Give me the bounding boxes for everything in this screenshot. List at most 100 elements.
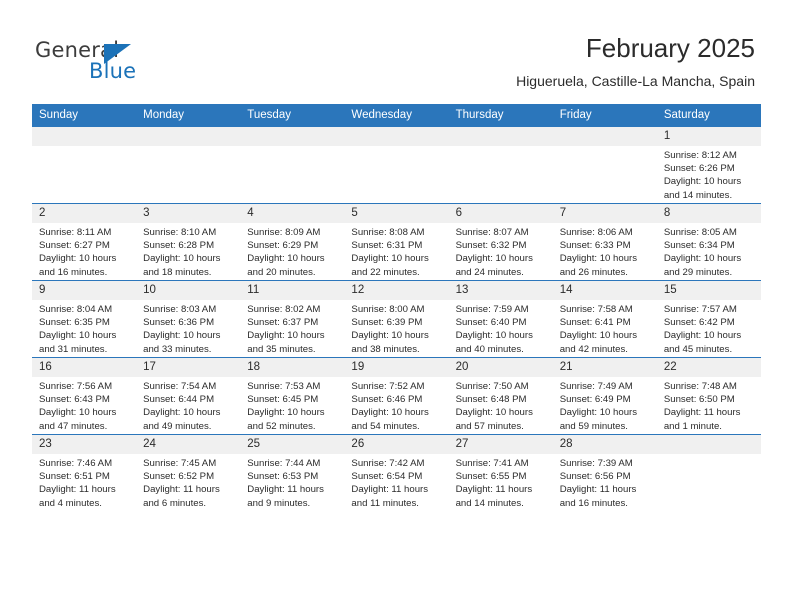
calendar-day-cell[interactable]: 12 Sunrise: 8:00 AM Sunset: 6:39 PM Dayligh… [344,280,449,358]
day-details: Sunrise: 8:03 AM Sunset: 6:36 PM Daylight:… [136,300,240,356]
calendar-day-cell[interactable]: 18 Sunrise: 7:53 AM Sunset: 6:45 PM Dayligh… [240,357,345,435]
calendar-body: 1 Sunrise: 8:12 AM Sunset: 6:26 PM Daylight… [32,126,761,511]
calendar-day-cell[interactable]: 24 Sunrise: 7:45 AM Sunset: 6:52 PM Dayligh… [136,434,241,511]
calendar-day-cell[interactable]: 15 Sunrise: 7:57 AM Sunset: 6:42 PM Dayligh… [656,280,761,358]
calendar-day-cell[interactable]: 26 Sunrise: 7:42 AM Sunset: 6:54 PM Dayligh… [344,434,449,511]
sunset-text: Sunset: 6:53 PM [247,471,319,483]
daylight-text: Daylight: 10 hours and 26 minutes. [559,253,638,278]
day-details: Sunrise: 7:46 AM Sunset: 6:51 PM Daylight:… [32,454,136,510]
calendar-day-cell[interactable]: 9 Sunrise: 8:04 AM Sunset: 6:35 PM Daylight… [32,280,137,358]
calendar-day-cell-empty [32,126,137,204]
calendar-day-cell[interactable]: 23 Sunrise: 7:46 AM Sunset: 6:51 PM Dayligh… [32,434,137,511]
calendar-day-cell[interactable]: 3 Sunrise: 8:10 AM Sunset: 6:28 PM Daylight… [136,203,241,281]
daylight-text: Daylight: 10 hours and 59 minutes. [559,407,638,432]
sunset-text: Sunset: 6:31 PM [351,240,423,252]
sunrise-text: Sunrise: 7:41 AM [455,458,529,469]
sunrise-text: Sunrise: 7:46 AM [39,458,113,469]
calendar-day-cell[interactable]: 7 Sunrise: 8:06 AM Sunset: 6:33 PM Daylight… [552,203,657,281]
day-number: 14 [552,281,657,300]
sunrise-text: Sunrise: 7:54 AM [143,381,217,392]
general-blue-logo[interactable]: General Blue [35,38,215,88]
day-details: Sunrise: 7:56 AM Sunset: 6:43 PM Daylight:… [32,377,136,433]
calendar-day-cell[interactable]: 17 Sunrise: 7:54 AM Sunset: 6:44 PM Dayligh… [136,357,241,435]
calendar-day-cell[interactable]: 21 Sunrise: 7:49 AM Sunset: 6:49 PM Dayligh… [552,357,657,435]
calendar-day-cell[interactable]: 2 Sunrise: 8:11 AM Sunset: 6:27 PM Daylight… [32,203,137,281]
day-details: Sunrise: 7:45 AM Sunset: 6:52 PM Daylight:… [136,454,240,510]
calendar-day-cell[interactable]: 1 Sunrise: 8:12 AM Sunset: 6:26 PM Daylight… [656,126,761,204]
calendar-week-row: 2 Sunrise: 8:11 AM Sunset: 6:27 PM Daylight… [32,203,761,281]
day-number: 26 [344,435,449,454]
day-details: Sunrise: 8:08 AM Sunset: 6:31 PM Daylight:… [344,223,448,279]
calendar-day-cell[interactable]: 28 Sunrise: 7:39 AM Sunset: 6:56 PM Dayligh… [552,434,657,511]
day-number: 9 [32,281,137,300]
daylight-text: Daylight: 10 hours and 18 minutes. [143,253,221,278]
day-number: 12 [344,281,449,300]
sunset-text: Sunset: 6:36 PM [143,317,215,329]
day-details: Sunrise: 8:09 AM Sunset: 6:29 PM Daylight:… [240,223,344,279]
calendar-day-cell[interactable]: 25 Sunrise: 7:44 AM Sunset: 6:53 PM Dayligh… [240,434,345,511]
calendar-day-cell[interactable]: 13 Sunrise: 7:59 AM Sunset: 6:40 PM Dayligh… [448,280,553,358]
sunrise-text: Sunrise: 8:09 AM [247,227,321,238]
calendar-day-cell[interactable]: 8 Sunrise: 8:05 AM Sunset: 6:34 PM Daylight… [656,203,761,281]
sunrise-text: Sunrise: 8:12 AM [663,150,737,161]
calendar-day-cell-empty [136,126,241,204]
calendar-day-cell[interactable]: 10 Sunrise: 8:03 AM Sunset: 6:36 PM Dayligh… [136,280,241,358]
day-details: Sunrise: 8:10 AM Sunset: 6:28 PM Daylight:… [136,223,240,279]
daylight-text: Daylight: 10 hours and 35 minutes. [247,330,325,355]
calendar-day-cell-empty [448,126,553,204]
weekday-header-friday: Friday [552,104,657,127]
calendar-day-cell[interactable]: 11 Sunrise: 8:02 AM Sunset: 6:37 PM Dayligh… [240,280,345,358]
day-details: Sunrise: 7:54 AM Sunset: 6:44 PM Daylight:… [136,377,240,433]
sunrise-text: Sunrise: 8:00 AM [351,304,425,315]
day-number [344,127,449,146]
day-number [448,127,553,146]
sunset-text: Sunset: 6:54 PM [351,471,423,483]
daylight-text: Daylight: 11 hours and 11 minutes. [351,484,429,509]
day-details: Sunrise: 7:50 AM Sunset: 6:48 PM Daylight:… [449,377,553,433]
day-details: Sunrise: 7:39 AM Sunset: 6:56 PM Daylight:… [553,454,657,510]
page-title: February 2025 [585,33,755,63]
sunset-text: Sunset: 6:45 PM [247,394,319,406]
day-number [32,127,137,146]
calendar-day-cell[interactable]: 22 Sunrise: 7:48 AM Sunset: 6:50 PM Dayligh… [656,357,761,435]
calendar-week-row: 16 Sunrise: 7:56 AM Sunset: 6:43 PM Dayligh… [32,357,761,435]
sunrise-text: Sunrise: 8:10 AM [143,227,217,238]
daylight-text: Daylight: 10 hours and 40 minutes. [455,330,533,355]
day-number: 28 [552,435,657,454]
daylight-text: Daylight: 10 hours and 24 minutes. [455,253,533,278]
daylight-text: Daylight: 10 hours and 14 minutes. [663,176,742,201]
day-details: Sunrise: 7:57 AM Sunset: 6:42 PM Daylight:… [657,300,761,356]
daylight-text: Daylight: 10 hours and 47 minutes. [39,407,117,432]
calendar-day-cell-empty [656,434,761,511]
calendar-day-cell[interactable]: 19 Sunrise: 7:52 AM Sunset: 6:46 PM Dayligh… [344,357,449,435]
sunrise-sunset-calendar: Sunday Monday Tuesday Wednesday Thursday… [32,104,761,511]
weekday-header-thursday: Thursday [448,104,553,127]
calendar-day-cell[interactable]: 14 Sunrise: 7:58 AM Sunset: 6:41 PM Dayligh… [552,280,657,358]
daylight-text: Daylight: 10 hours and 33 minutes. [143,330,221,355]
day-number: 11 [240,281,345,300]
day-number: 5 [344,204,449,223]
calendar-day-cell[interactable]: 16 Sunrise: 7:56 AM Sunset: 6:43 PM Dayligh… [32,357,137,435]
daylight-text: Daylight: 10 hours and 29 minutes. [663,253,742,278]
day-details: Sunrise: 8:04 AM Sunset: 6:35 PM Daylight:… [32,300,136,356]
day-number: 4 [240,204,345,223]
calendar-day-cell-empty [240,126,345,204]
weekday-header-row: Sunday Monday Tuesday Wednesday Thursday… [32,104,761,127]
calendar-day-cell[interactable]: 6 Sunrise: 8:07 AM Sunset: 6:32 PM Daylight… [448,203,553,281]
calendar-day-cell-empty [552,126,657,204]
day-details: Sunrise: 8:07 AM Sunset: 6:32 PM Daylight:… [449,223,553,279]
calendar-day-cell[interactable]: 5 Sunrise: 8:08 AM Sunset: 6:31 PM Daylight… [344,203,449,281]
calendar-day-cell[interactable]: 20 Sunrise: 7:50 AM Sunset: 6:48 PM Dayligh… [448,357,553,435]
sunrise-text: Sunrise: 7:45 AM [143,458,217,469]
day-number: 24 [136,435,241,454]
calendar-day-cell[interactable]: 27 Sunrise: 7:41 AM Sunset: 6:55 PM Dayligh… [448,434,553,511]
calendar-day-cell[interactable]: 4 Sunrise: 8:09 AM Sunset: 6:29 PM Daylight… [240,203,345,281]
sunset-text: Sunset: 6:27 PM [39,240,110,252]
sunrise-text: Sunrise: 7:44 AM [247,458,321,469]
sunset-text: Sunset: 6:26 PM [663,163,735,175]
sunset-text: Sunset: 6:34 PM [663,240,735,252]
sunset-text: Sunset: 6:44 PM [143,394,215,406]
day-number: 20 [448,358,553,377]
day-number [552,127,657,146]
daylight-text: Daylight: 11 hours and 14 minutes. [455,484,533,509]
